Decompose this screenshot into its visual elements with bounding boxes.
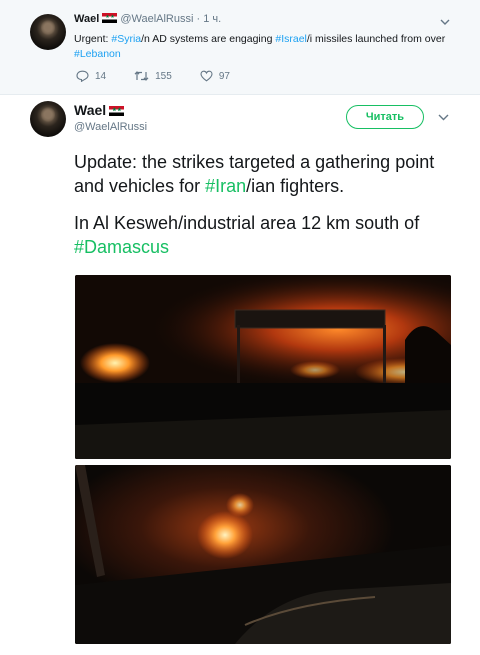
- chevron-down-icon[interactable]: [438, 112, 449, 124]
- tweet-paragraph: Update: the strikes targeted a gathering…: [74, 151, 464, 198]
- author-name[interactable]: Wael: [74, 13, 99, 25]
- timestamp[interactable]: 1 ч.: [203, 13, 221, 25]
- burning-vehicle-photo[interactable]: [75, 465, 451, 644]
- reply-header: Wael @WaelAlRussi · 1 ч.: [74, 13, 221, 25]
- hashtag-damascus[interactable]: #Damascus: [74, 237, 169, 257]
- avatar[interactable]: [30, 14, 66, 50]
- reply-count: 14: [95, 70, 107, 82]
- author-handle[interactable]: @WaelAlRussi: [74, 121, 147, 133]
- night-fire-photo[interactable]: [75, 275, 451, 459]
- tweet-actions: 14 155 97: [76, 70, 258, 82]
- reply-tweet[interactable]: Wael @WaelAlRussi · 1 ч. Urgent: #Syria/…: [0, 0, 480, 95]
- tweet-paragraph: In Al Kesweh/industrial area 12 km south…: [74, 212, 464, 259]
- author-name-row: Wael: [74, 102, 125, 118]
- retweet-icon: [134, 71, 149, 81]
- retweet-count: 155: [155, 70, 172, 82]
- hashtag-syria[interactable]: #Syria: [111, 33, 141, 45]
- hashtag-lebanon[interactable]: #Lebanon: [74, 48, 121, 60]
- author-name[interactable]: Wael: [74, 102, 106, 118]
- main-tweet: Wael @WaelAlRussi Читать Update: the str…: [0, 96, 480, 655]
- author-handle[interactable]: @WaelAlRussi: [120, 13, 193, 25]
- separator: ·: [196, 13, 201, 25]
- heart-icon: [200, 70, 213, 82]
- tweet-text: Update: the strikes targeted a gathering…: [74, 151, 464, 273]
- reply-text: Urgent: #Syria/n AD systems are engaging…: [74, 32, 454, 62]
- avatar[interactable]: [30, 101, 66, 137]
- reply-icon: [76, 70, 89, 82]
- text-segment: /i missiles launched from over: [306, 33, 446, 45]
- hashtag-israel[interactable]: #Israel: [275, 33, 307, 45]
- text-segment: /n AD systems are engaging: [141, 33, 276, 45]
- syria-flag-icon: [109, 106, 125, 116]
- syria-flag-icon: [102, 13, 118, 23]
- text-segment: In Al Kesweh/industrial area 12 km south…: [74, 213, 420, 233]
- like-button[interactable]: 97: [200, 70, 230, 82]
- chevron-down-icon[interactable]: [440, 18, 450, 29]
- hashtag-iran[interactable]: #Iran: [205, 176, 246, 196]
- text-segment: Urgent:: [74, 33, 112, 45]
- reply-button[interactable]: 14: [76, 70, 106, 82]
- retweet-button[interactable]: 155: [134, 70, 172, 82]
- like-count: 97: [218, 70, 230, 82]
- text-segment: /ian fighters.: [246, 175, 345, 196]
- follow-button[interactable]: Читать: [346, 105, 424, 129]
